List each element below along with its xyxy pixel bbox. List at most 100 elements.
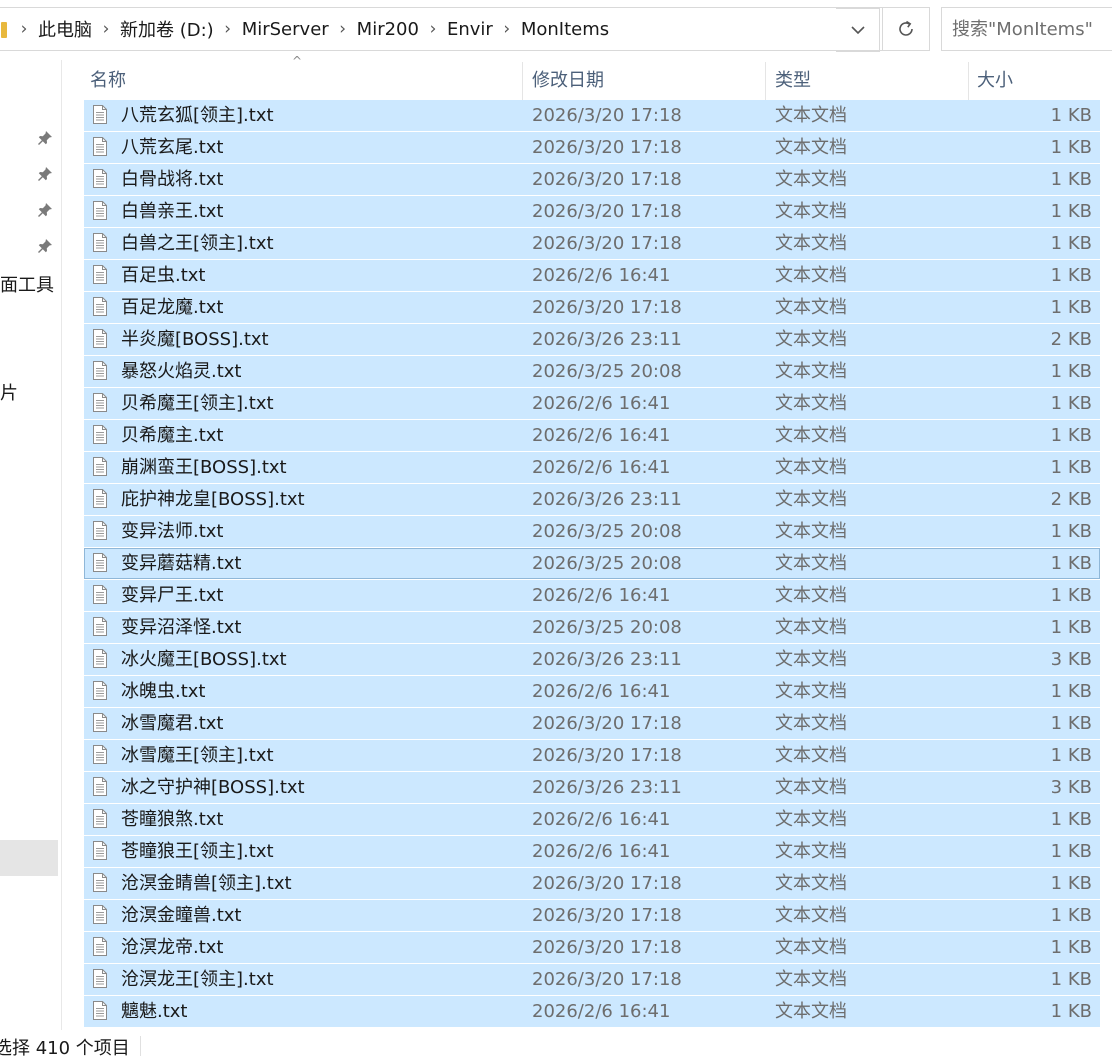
file-name[interactable]: 苍瞳狼王[领主].txt [121,836,274,867]
column-divider[interactable] [765,62,766,100]
file-row[interactable]: 贝希魔王[领主].txt 2026/2/6 16:41 文本文档 1 KB [84,388,1100,419]
sidebar-item-selected[interactable] [0,840,58,876]
chevron-right-icon[interactable]: › [496,19,518,39]
search-input[interactable] [952,18,1112,40]
pin-icon[interactable] [37,238,53,254]
navigation-pane[interactable]: 桌面工具 照片 [0,60,62,1030]
file-row[interactable]: 半炎魔[BOSS].txt 2026/3/26 23:11 文本文档 2 KB [84,324,1100,355]
breadcrumb-item[interactable]: MirServer [239,19,332,40]
file-name[interactable]: 沧溟金睛兽[领主].txt [121,868,292,899]
file-type: 文本文档 [775,745,847,766]
file-row[interactable]: 贝希魔主.txt 2026/2/6 16:41 文本文档 1 KB [84,420,1100,451]
breadcrumb-item[interactable]: 新加卷 (D:) [117,16,217,42]
file-row[interactable]: 冰魄虫.txt 2026/2/6 16:41 文本文档 1 KB [84,676,1100,707]
file-row[interactable]: 苍瞳狼王[领主].txt 2026/2/6 16:41 文本文档 1 KB [84,836,1100,867]
file-row[interactable]: 魑魅.txt 2026/2/6 16:41 文本文档 1 KB [84,996,1100,1027]
file-row[interactable]: 白骨战将.txt 2026/3/20 17:18 文本文档 1 KB [84,164,1100,195]
file-name[interactable]: 八荒玄狐[领主].txt [121,100,274,131]
file-name[interactable]: 变异沼泽怪.txt [121,612,242,643]
file-name[interactable]: 白兽之王[领主].txt [121,228,274,259]
file-row[interactable]: 沧溟龙帝.txt 2026/3/20 17:18 文本文档 1 KB [84,932,1100,963]
file-name[interactable]: 变异蘑菇精.txt [121,548,242,579]
column-header-name[interactable]: 名称 [90,62,126,100]
file-row[interactable]: 变异法师.txt 2026/3/25 20:08 文本文档 1 KB [84,516,1100,547]
file-name[interactable]: 崩渊蛮王[BOSS].txt [121,452,287,483]
file-type: 文本文档 [775,489,847,510]
file-name[interactable]: 白骨战将.txt [121,164,224,195]
file-row[interactable]: 苍瞳狼煞.txt 2026/2/6 16:41 文本文档 1 KB [84,804,1100,835]
file-name[interactable]: 百足龙魔.txt [121,292,224,323]
file-size: 1 KB [1050,873,1092,894]
file-row[interactable]: 变异尸王.txt 2026/2/6 16:41 文本文档 1 KB [84,580,1100,611]
file-name[interactable]: 冰魄虫.txt [121,676,206,707]
file-row[interactable]: 冰雪魔君.txt 2026/3/20 17:18 文本文档 1 KB [84,708,1100,739]
chevron-right-icon[interactable]: › [422,19,444,39]
file-row[interactable]: 百足虫.txt 2026/2/6 16:41 文本文档 1 KB [84,260,1100,291]
pin-icon[interactable] [37,130,53,146]
pin-icon[interactable] [37,202,53,218]
file-row[interactable]: 百足龙魔.txt 2026/3/20 17:18 文本文档 1 KB [84,292,1100,323]
file-name[interactable]: 贝希魔王[领主].txt [121,388,274,419]
file-row[interactable]: 暴怒火焰灵.txt 2026/3/25 20:08 文本文档 1 KB [84,356,1100,387]
column-header-size[interactable]: 大小 [977,62,1013,100]
chevron-right-icon[interactable]: › [95,19,117,39]
address-dropdown-button[interactable] [836,8,880,52]
breadcrumb-item[interactable]: MonItems [518,19,612,40]
file-row[interactable]: 八荒玄狐[领主].txt 2026/3/20 17:18 文本文档 1 KB [84,100,1100,131]
breadcrumb-item[interactable]: 此电脑 [35,16,95,42]
file-row[interactable]: 变异沼泽怪.txt 2026/3/25 20:08 文本文档 1 KB [84,612,1100,643]
file-row[interactable]: 沧溟龙王[领主].txt 2026/3/20 17:18 文本文档 1 KB [84,964,1100,995]
file-size: 1 KB [1050,361,1092,382]
file-name[interactable]: 沧溟龙帝.txt [121,932,224,963]
file-row[interactable]: 冰火魔王[BOSS].txt 2026/3/26 23:11 文本文档 3 KB [84,644,1100,675]
pane-divider[interactable] [61,60,62,1030]
file-row[interactable]: 沧溟金睛兽[领主].txt 2026/3/20 17:18 文本文档 1 KB [84,868,1100,899]
text-file-icon [93,873,107,892]
chevron-right-icon[interactable]: › [13,19,35,39]
file-name[interactable]: 沧溟龙王[领主].txt [121,964,274,995]
text-file-icon [93,105,107,124]
breadcrumb-item[interactable]: Envir [444,19,496,40]
sidebar-item-photos[interactable]: 照片 [0,379,18,405]
file-row[interactable]: 庇护神龙皇[BOSS].txt 2026/3/26 23:11 文本文档 2 KB [84,484,1100,515]
chevron-right-icon[interactable]: › [217,19,239,39]
breadcrumb-item[interactable]: Mir200 [354,19,422,40]
file-name[interactable]: 百足虫.txt [121,260,206,291]
file-name[interactable]: 沧溟金瞳兽.txt [121,900,242,931]
file-size: 1 KB [1050,457,1092,478]
file-name[interactable]: 变异尸王.txt [121,580,224,611]
sidebar-item-desktop-tools[interactable]: 桌面工具 [0,271,54,297]
file-row[interactable]: 白兽亲王.txt 2026/3/20 17:18 文本文档 1 KB [84,196,1100,227]
file-row[interactable]: 白兽之王[领主].txt 2026/3/20 17:18 文本文档 1 KB [84,228,1100,259]
file-name[interactable]: 贝希魔主.txt [121,420,224,451]
file-name[interactable]: 冰雪魔王[领主].txt [121,740,274,771]
file-name[interactable]: 八荒玄尾.txt [121,132,224,163]
column-header-date[interactable]: 修改日期 [532,62,604,100]
file-name[interactable]: 变异法师.txt [121,516,224,547]
file-name[interactable]: 暴怒火焰灵.txt [121,356,242,387]
file-name[interactable]: 冰火魔王[BOSS].txt [121,644,287,675]
refresh-button[interactable] [882,7,930,51]
file-name[interactable]: 半炎魔[BOSS].txt [121,324,269,355]
chevron-right-icon[interactable]: › [332,19,354,39]
pin-icon[interactable] [37,166,53,182]
column-header-type[interactable]: 类型 [775,62,811,100]
file-row[interactable]: 沧溟金瞳兽.txt 2026/3/20 17:18 文本文档 1 KB [84,900,1100,931]
search-box[interactable] [941,7,1112,51]
file-list[interactable]: 八荒玄狐[领主].txt 2026/3/20 17:18 文本文档 1 KB 八荒玄尾.… [84,100,1100,1028]
file-name[interactable]: 白兽亲王.txt [121,196,224,227]
file-row[interactable]: 变异蘑菇精.txt 2026/3/25 20:08 文本文档 1 KB [84,548,1100,579]
column-divider[interactable] [522,62,523,100]
file-row[interactable]: 崩渊蛮王[BOSS].txt 2026/2/6 16:41 文本文档 1 KB [84,452,1100,483]
file-name[interactable]: 苍瞳狼煞.txt [121,804,224,835]
vertical-scrollbar[interactable] [1100,62,1112,1028]
column-divider[interactable] [968,62,969,100]
file-row[interactable]: 八荒玄尾.txt 2026/3/20 17:18 文本文档 1 KB [84,132,1100,163]
file-name[interactable]: 冰之守护神[BOSS].txt [121,772,305,803]
address-bar[interactable]: › 此电脑 › 新加卷 (D:) › MirServer › Mir200 › Envir › Mon… [0,7,882,51]
file-name[interactable]: 冰雪魔君.txt [121,708,224,739]
file-name[interactable]: 魑魅.txt [121,996,188,1027]
file-row[interactable]: 冰之守护神[BOSS].txt 2026/3/26 23:11 文本文档 3 KB [84,772,1100,803]
file-row[interactable]: 冰雪魔王[领主].txt 2026/3/20 17:18 文本文档 1 KB [84,740,1100,771]
file-name[interactable]: 庇护神龙皇[BOSS].txt [121,484,305,515]
